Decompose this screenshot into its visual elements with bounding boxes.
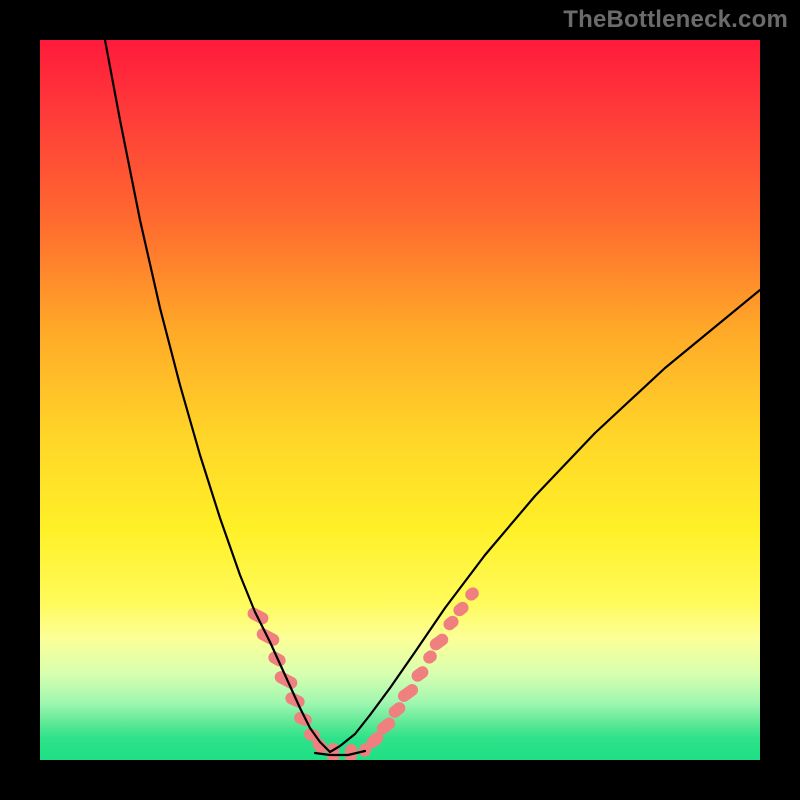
chart-svg <box>40 40 760 760</box>
marker-layer <box>245 585 481 760</box>
curve-curve-left <box>105 40 330 752</box>
curve-marker <box>396 682 421 705</box>
curve-marker <box>409 664 431 684</box>
curve-marker <box>386 700 408 721</box>
curve-marker <box>421 648 439 666</box>
curve-marker <box>427 631 450 652</box>
curve-marker <box>283 690 306 709</box>
curve-marker <box>344 744 358 760</box>
curve-marker <box>451 599 471 618</box>
curve-marker <box>463 585 481 603</box>
chart-frame: TheBottleneck.com <box>0 0 800 800</box>
plot-area <box>40 40 760 760</box>
curve-marker <box>273 669 300 691</box>
curve-curve-right <box>330 290 760 752</box>
watermark-text: TheBottleneck.com <box>563 6 788 34</box>
curve-marker <box>441 613 461 632</box>
